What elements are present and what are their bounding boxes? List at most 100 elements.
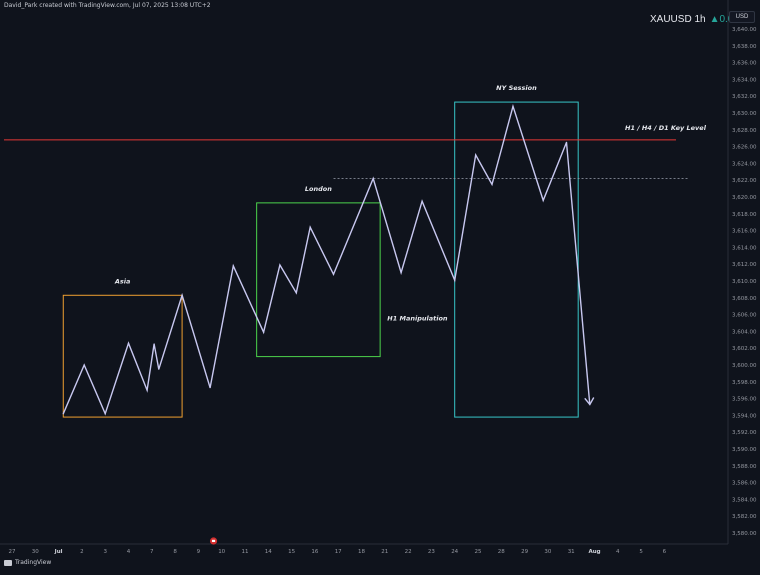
x-tick-label: 8 — [173, 549, 177, 555]
y-tick-label: 3,638.00 — [732, 44, 757, 50]
x-axis[interactable]: 27 30 Jul 2 3 4 7 8 9 10 11 14 15 16 17 18 21 22 23 24 25 28 2… — [9, 537, 667, 555]
price-point — [491, 183, 493, 185]
x-tick-label: 28 — [498, 549, 505, 555]
x-tick-label: 30 — [32, 549, 39, 555]
x-tick-label: 27 — [9, 549, 16, 555]
y-tick-label: 3,600.00 — [732, 363, 757, 369]
price-path — [62, 103, 591, 416]
price-point — [104, 413, 106, 415]
y-tick-label: 3,626.00 — [732, 145, 757, 151]
brand-label: TradingView — [15, 559, 52, 566]
price-point — [62, 413, 64, 415]
price-point — [565, 141, 568, 143]
price-levels: H1 / H4 / D1 Key Level — [4, 124, 707, 179]
price-point — [209, 387, 211, 389]
x-tick-label: 9 — [197, 549, 201, 555]
y-tick-label: 3,614.00 — [732, 245, 757, 251]
chart-frame: Asia London NY Session H1 / H4 / D1 Key Le… — [0, 0, 760, 570]
price-point — [372, 177, 374, 180]
y-tick-label: 3,592.00 — [732, 430, 757, 436]
y-axis[interactable]: 3,640.00 3,638.00 3,636.00 3,634.00 3,632.00… — [732, 27, 757, 537]
x-tick-label: 25 — [475, 549, 482, 555]
session-label: NY Session — [496, 84, 537, 92]
y-tick-label: 3,582.00 — [732, 514, 757, 520]
y-tick-label: 3,588.00 — [732, 464, 757, 470]
y-tick-label: 3,604.00 — [732, 329, 757, 335]
annotation-label: H1 Manipulation — [387, 314, 448, 322]
y-tick-label: 3,616.00 — [732, 229, 757, 235]
y-tick-label: 3,612.00 — [732, 262, 757, 268]
x-tick-label: 24 — [451, 549, 458, 555]
session-label: Asia — [114, 277, 131, 285]
tradingview-logo-icon — [4, 559, 12, 566]
price-point — [475, 154, 477, 156]
price-point — [454, 279, 456, 281]
price-series — [62, 103, 595, 416]
price-point — [232, 265, 234, 267]
x-tick-label: 30 — [544, 549, 551, 555]
y-tick-label: 3,632.00 — [732, 94, 757, 100]
x-tick-label: 4 — [616, 549, 620, 555]
x-tick-label: 5 — [639, 549, 643, 555]
x-tick-label: 11 — [242, 549, 249, 555]
price-point — [295, 292, 297, 294]
event-flag-glyph — [211, 539, 216, 542]
session-box — [256, 202, 381, 358]
price-point — [512, 105, 514, 107]
x-tick-label: 2 — [80, 549, 84, 555]
x-tick-label: 7 — [150, 549, 154, 555]
y-tick-label: 3,608.00 — [732, 296, 757, 302]
x-tick-label: 21 — [381, 549, 388, 555]
x-tick-label: 22 — [405, 549, 412, 555]
price-point — [146, 389, 148, 391]
y-tick-label: 3,584.00 — [732, 497, 757, 503]
x-tick-label: 23 — [428, 549, 435, 555]
x-tick-label: 3 — [103, 549, 107, 555]
session-box — [454, 101, 579, 418]
price-point — [153, 343, 155, 345]
y-tick-label: 3,606.00 — [732, 313, 757, 319]
chart-attribution: David_Park created with TradingView.com,… — [4, 2, 211, 9]
y-tick-label: 3,630.00 — [732, 111, 757, 117]
axis-lines — [0, 0, 729, 545]
y-tick-label: 3,580.00 — [732, 531, 757, 537]
x-tick-label: 4 — [127, 549, 131, 555]
x-tick-label: 17 — [335, 549, 342, 555]
x-tick-label: 18 — [358, 549, 365, 555]
x-tick-label: Jul — [54, 549, 63, 555]
annotations: H1 Manipulation — [387, 314, 448, 322]
y-tick-label: 3,602.00 — [732, 346, 757, 352]
price-point — [400, 272, 402, 274]
session-boxes: Asia London NY Session — [62, 84, 579, 418]
y-tick-label: 3,598.00 — [732, 380, 757, 386]
price-point — [158, 368, 160, 370]
price-point — [83, 364, 85, 366]
x-tick-label: Aug — [588, 549, 600, 555]
price-point — [181, 294, 183, 296]
session-label: London — [305, 185, 332, 193]
x-tick-label: 16 — [311, 549, 318, 555]
y-tick-label: 3,596.00 — [732, 397, 757, 403]
key-level-label: H1 / H4 / D1 Key Level — [625, 124, 707, 132]
y-tick-label: 3,622.00 — [732, 178, 757, 184]
x-tick-label: 6 — [663, 549, 667, 555]
y-tick-label: 3,594.00 — [732, 413, 757, 419]
y-tick-label: 3,618.00 — [732, 212, 757, 218]
y-tick-label: 3,610.00 — [732, 279, 757, 285]
currency-button[interactable]: USD — [729, 11, 755, 23]
session-box — [62, 294, 183, 418]
x-tick-label: 15 — [288, 549, 295, 555]
symbol-name: XAUUSD 1h — [650, 14, 706, 25]
price-chart[interactable]: Asia London NY Session H1 / H4 / D1 Key Le… — [0, 0, 760, 570]
y-tick-label: 3,640.00 — [732, 27, 757, 33]
y-tick-label: 3,628.00 — [732, 128, 757, 134]
price-point — [332, 273, 335, 275]
y-tick-label: 3,636.00 — [732, 61, 757, 67]
tradingview-brand[interactable]: TradingView — [4, 559, 51, 566]
y-tick-label: 3,620.00 — [732, 195, 757, 201]
price-point — [127, 342, 130, 344]
x-tick-label: 31 — [568, 549, 575, 555]
y-tick-label: 3,586.00 — [732, 481, 757, 487]
x-tick-label: 14 — [265, 549, 272, 555]
x-tick-label: 29 — [521, 549, 528, 555]
